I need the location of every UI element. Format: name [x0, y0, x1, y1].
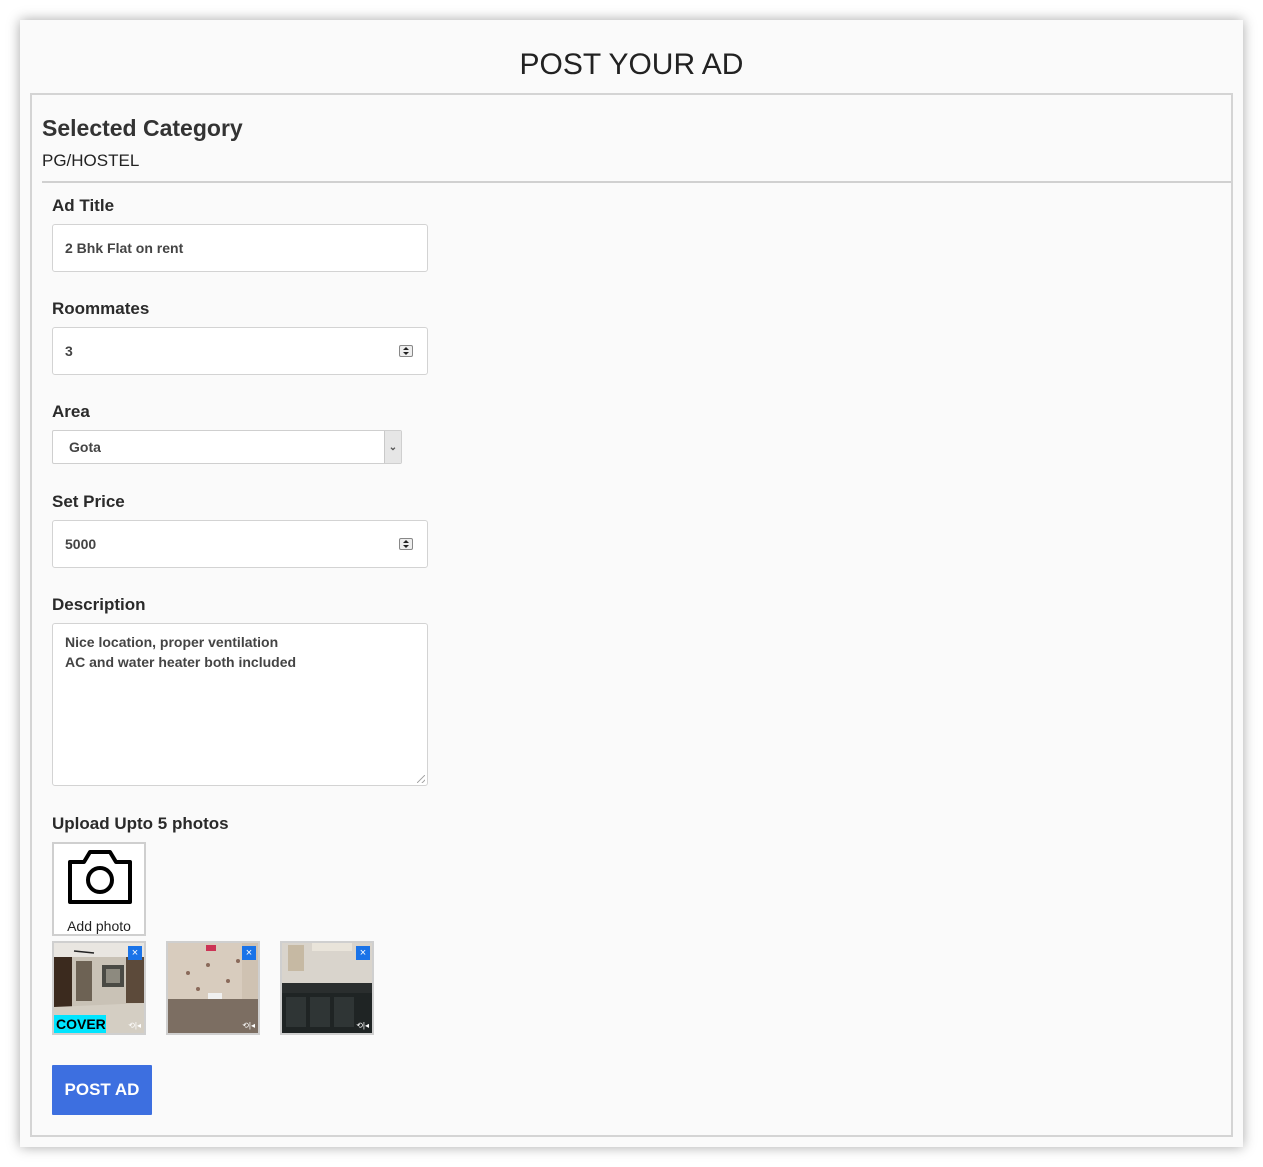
photo-thumbnail[interactable]: × ⟲|◂ COVER [52, 941, 146, 1035]
remove-photo-button[interactable]: × [128, 946, 142, 960]
camera-icon [68, 850, 132, 904]
rotate-icon[interactable]: ⟲|◂ [242, 1021, 255, 1030]
divider [42, 181, 1231, 183]
roommates-spinner-icon[interactable] [399, 345, 413, 357]
remove-photo-button[interactable]: × [242, 946, 256, 960]
photo-thumbnail[interactable]: × ⟲|◂ [280, 941, 374, 1035]
ad-title-value: 2 Bhk Flat on rent [65, 240, 184, 256]
post-ad-button[interactable]: POST AD [52, 1065, 152, 1115]
description-line: Nice location, proper ventilation [65, 634, 279, 650]
area-selected-value: Gota [69, 439, 101, 455]
add-photo-button[interactable]: Add photo [52, 842, 146, 936]
ad-title-label: Ad Title [52, 196, 115, 215]
photo-thumbnail[interactable]: × ⟲|◂ [166, 941, 260, 1035]
roommates-input[interactable]: 3 [52, 327, 428, 375]
area-select[interactable]: Gota ⌄ [52, 430, 402, 464]
photos-label: Upload Upto 5 photos [52, 814, 229, 833]
area-label: Area [52, 402, 90, 421]
roommates-label: Roommates [52, 299, 150, 318]
description-line: AC and water heater both included [65, 654, 297, 670]
description-label: Description [52, 595, 146, 614]
resize-grip-icon[interactable] [417, 775, 425, 783]
rotate-icon[interactable]: ⟲|◂ [128, 1021, 141, 1030]
category-value: PG/HOSTEL [42, 151, 140, 170]
chevron-down-icon[interactable]: ⌄ [384, 431, 401, 463]
price-label: Set Price [52, 492, 125, 511]
price-spinner-icon[interactable] [399, 538, 413, 550]
description-textarea[interactable]: Nice location, proper ventilation AC and… [52, 623, 428, 786]
category-heading: Selected Category [42, 115, 243, 141]
ad-title-input[interactable]: 2 Bhk Flat on rent [52, 224, 428, 272]
page-title: POST YOUR AD [519, 48, 744, 81]
rotate-icon[interactable]: ⟲|◂ [356, 1021, 369, 1030]
add-photo-label: Add photo [67, 918, 131, 934]
price-value: 5000 [65, 536, 97, 552]
remove-photo-button[interactable]: × [356, 946, 370, 960]
roommates-value: 3 [65, 343, 73, 359]
price-input[interactable]: 5000 [52, 520, 428, 568]
cover-badge: COVER [54, 1015, 106, 1033]
